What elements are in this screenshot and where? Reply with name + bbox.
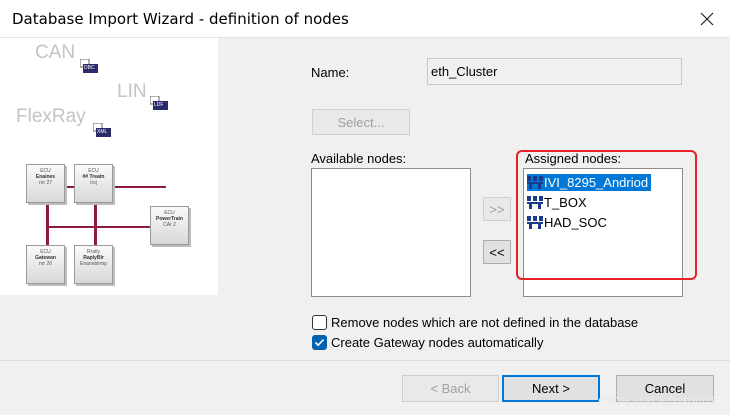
ecu-box: ECU Enaines nrr 27 bbox=[26, 164, 65, 203]
can-label: CAN bbox=[35, 42, 76, 63]
title-bar: Database Import Wizard - definition of n… bbox=[0, 0, 730, 38]
xml-badge: XML bbox=[97, 129, 108, 135]
ecu-box: Rratly RaplyBlr Enaneblrmp bbox=[74, 245, 113, 284]
create-gateway-checkbox[interactable] bbox=[312, 335, 327, 350]
next-button[interactable]: Next > bbox=[502, 375, 600, 402]
checkmark-icon bbox=[314, 338, 325, 347]
watermark: CSDN @道法自然0402 bbox=[598, 395, 716, 408]
lin-label: LIN bbox=[117, 81, 147, 102]
footer-divider bbox=[0, 360, 730, 361]
ecu-box: ECU PowerTrain CAr 2 bbox=[150, 206, 189, 245]
wizard-illustration: CAN LIN FlexRay DBC LDF XML ECU Enaines nr… bbox=[0, 38, 218, 295]
remove-undefined-checkbox[interactable] bbox=[312, 315, 327, 330]
available-nodes-list[interactable] bbox=[311, 168, 471, 297]
close-icon bbox=[700, 12, 714, 26]
dbc-badge: DBC bbox=[84, 65, 95, 71]
window-title: Database Import Wizard - definition of n… bbox=[12, 10, 349, 28]
name-field[interactable]: eth_Cluster bbox=[427, 58, 682, 85]
highlight-annotation bbox=[516, 150, 697, 280]
add-node-button[interactable]: >> bbox=[483, 197, 511, 221]
bus-wire bbox=[46, 226, 166, 228]
ecu-box: ECU Gatewan nrr 26 bbox=[26, 245, 65, 284]
available-nodes-label: Available nodes: bbox=[311, 151, 407, 166]
ecu-box: ECU ## Treatn Irsj bbox=[74, 164, 113, 203]
create-gateway-label: Create Gateway nodes automatically bbox=[331, 335, 544, 350]
name-label: Name: bbox=[311, 65, 350, 80]
ldf-badge: LDF bbox=[154, 102, 164, 108]
back-button[interactable]: < Back bbox=[402, 375, 499, 402]
select-button[interactable]: Select... bbox=[312, 109, 410, 135]
close-button[interactable] bbox=[684, 0, 730, 38]
flexray-label: FlexRay bbox=[16, 106, 86, 127]
remove-undefined-label: Remove nodes which are not defined in th… bbox=[331, 315, 639, 330]
remove-node-button[interactable]: << bbox=[483, 240, 511, 264]
